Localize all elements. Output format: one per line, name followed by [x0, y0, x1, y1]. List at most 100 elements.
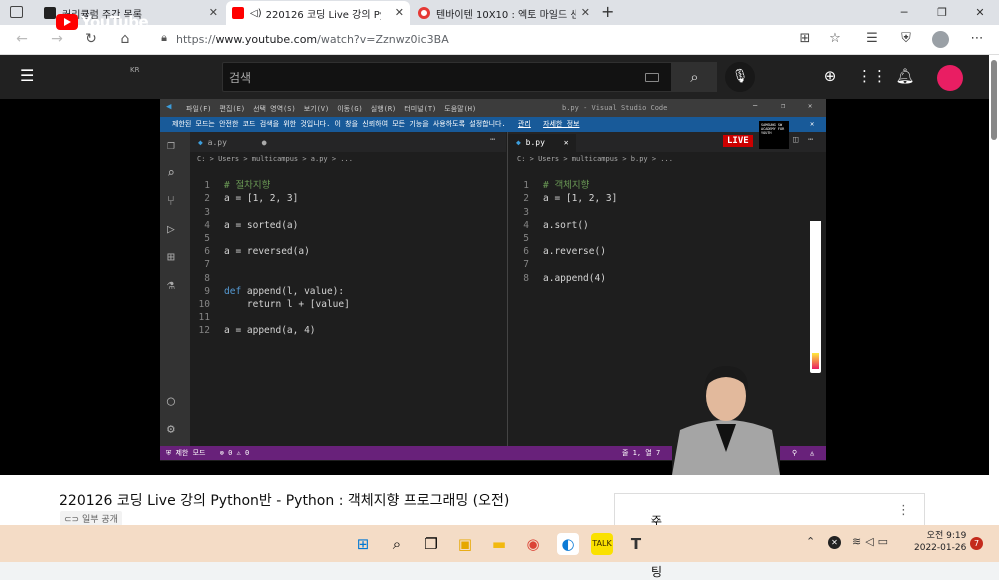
search-input[interactable]: 검색	[222, 62, 672, 92]
split-editor-icon[interactable]: ◫	[793, 135, 798, 145]
settings-gear-icon[interactable]: ⚙	[167, 422, 175, 437]
menu-go[interactable]: 이동(G)	[337, 104, 363, 114]
apps-grid-icon[interactable]: ⋮⋮	[857, 67, 887, 85]
page-scrollbar[interactable]	[989, 55, 999, 525]
edge-browser-icon[interactable]: ◐	[557, 533, 579, 555]
widgets-icon[interactable]: ▣	[454, 533, 476, 555]
status-problems[interactable]: ⊗ 0 ⚠ 0	[220, 449, 250, 457]
close-tab-icon[interactable]: ✕	[395, 6, 404, 19]
file-explorer-icon[interactable]: ▬	[488, 533, 510, 555]
menu-selection[interactable]: 선택 영역(S)	[253, 104, 296, 114]
close-window-icon[interactable]: ✕	[961, 0, 999, 25]
explorer-icon[interactable]: ❐	[167, 138, 175, 153]
breadcrumb[interactable]: C: > Users > multicampus > b.py > ...	[517, 155, 673, 163]
tab-actions-icon[interactable]	[10, 6, 23, 18]
notice-manage-link[interactable]: 관리	[518, 120, 531, 128]
create-video-icon[interactable]: ⊕	[819, 67, 841, 85]
notice-learn-more-link[interactable]: 자세한 정보	[543, 120, 579, 128]
search-icon[interactable]: ⌕	[386, 533, 408, 555]
status-bell-icon[interactable]: ◬	[810, 446, 814, 460]
menu-help[interactable]: 도움말(H)	[444, 104, 476, 114]
youtube-logo[interactable]: YouTube	[56, 13, 149, 31]
search-button[interactable]: ⌕	[672, 62, 717, 92]
notification-count-badge[interactable]: 7	[970, 537, 983, 550]
windows-start-icon[interactable]: ⊞	[352, 533, 374, 555]
tab-label: a.py	[207, 138, 227, 147]
annotation-toolbar[interactable]	[810, 221, 821, 373]
unsaved-dot-icon[interactable]: ●	[262, 138, 267, 147]
browser-tab-youtube[interactable]: ◁) 220126 코딩 Live 강의 Pyth ✕	[226, 1, 410, 25]
lock-icon[interactable]: 🔒︎	[154, 31, 174, 45]
browser-tab-10x10[interactable]: 텐바이텐 10X10 : 엑토 마일드 샌 ✕	[412, 1, 596, 25]
hamburger-menu-icon[interactable]: ☰	[20, 66, 34, 85]
task-view-icon[interactable]: ❐	[420, 533, 442, 555]
link-icon: ⊂⊃	[64, 515, 82, 525]
chrome-icon[interactable]: ◉	[522, 533, 544, 555]
run-debug-icon[interactable]: ▷	[167, 222, 175, 237]
forward-icon[interactable]: →	[47, 31, 67, 47]
notice-close-icon[interactable]: ✕	[810, 117, 814, 132]
status-cursor-position[interactable]: 줄 1, 열 7	[622, 446, 660, 460]
testing-icon[interactable]: ⚗	[167, 278, 175, 293]
vscode-minimize-icon[interactable]: ─	[753, 102, 757, 110]
accounts-icon[interactable]: ◯	[167, 394, 175, 409]
avatar[interactable]	[937, 65, 963, 91]
right-code-editor[interactable]: 1 # 객체지향 2 a = [1, 2, 3] 3 4 a.sort() 5 6 a.rever…	[509, 166, 617, 311]
close-tab-icon[interactable]: ✕	[581, 6, 590, 19]
keyboard-icon[interactable]	[645, 73, 659, 82]
maximize-icon[interactable]: ❐	[923, 0, 961, 25]
search-placeholder: 검색	[229, 71, 252, 85]
new-tab-button[interactable]: +	[601, 2, 614, 21]
app-available-icon[interactable]: ⊞	[795, 31, 815, 46]
line-number: 5	[204, 233, 210, 245]
extensions-icon[interactable]: ⊞	[167, 250, 175, 265]
menu-run[interactable]: 실행(R)	[371, 104, 397, 114]
live-share-icon[interactable]: ⚲	[792, 446, 797, 460]
status-restricted-mode[interactable]: 제한 모드	[175, 449, 205, 457]
profile-icon[interactable]	[932, 31, 949, 48]
more-actions-icon[interactable]: ⋯	[490, 135, 495, 145]
vscode-restore-icon[interactable]: ❐	[781, 102, 785, 110]
more-menu-icon[interactable]: ⋯	[967, 31, 987, 46]
search-icon[interactable]: ⌕	[167, 166, 175, 181]
line-number: 1	[204, 180, 210, 192]
tab-a-py[interactable]: ◆ a.py ●	[190, 134, 270, 152]
speaker-icon[interactable]: ◁)	[250, 8, 262, 19]
tray-chevron-up-icon[interactable]: ⌃	[806, 535, 815, 548]
editor-split-divider[interactable]	[507, 132, 508, 446]
source-control-icon[interactable]: ⑂	[167, 194, 175, 209]
menu-view[interactable]: 보기(V)	[304, 104, 330, 114]
reload-icon[interactable]: ↻	[81, 31, 101, 47]
tab-b-py[interactable]: ◆ b.py ✕	[508, 134, 576, 152]
minimize-icon[interactable]: ─	[885, 0, 923, 25]
code-text: return l + [value]	[224, 299, 350, 311]
url-field[interactable]: https://www.youtube.com/watch?v=Zznwz0ic…	[176, 30, 449, 50]
color-palette-icon[interactable]	[812, 353, 819, 369]
menu-terminal[interactable]: 터미널(T)	[404, 104, 436, 114]
browser-essentials-icon[interactable]: ⛨	[896, 31, 916, 46]
breadcrumb[interactable]: C: > Users > multicampus > a.py > ...	[197, 155, 353, 163]
text-editor-icon[interactable]: T	[625, 533, 647, 555]
line-number: 12	[198, 325, 210, 337]
microphone-icon[interactable]: 🎙︎	[725, 62, 755, 92]
menu-file[interactable]: 파일(F)	[186, 104, 212, 114]
youtube-wordmark: YouTube	[81, 13, 149, 31]
menu-edit[interactable]: 편집(E)	[220, 104, 246, 114]
kakaotalk-icon[interactable]: TALK	[591, 533, 613, 555]
scrollbar-thumb[interactable]	[991, 60, 997, 140]
back-icon[interactable]: ←	[12, 31, 32, 47]
left-code-editor[interactable]: 1 # 절차지향 2 a = [1, 2, 3] 3 4 a = sorted(a) 5 6 a …	[190, 166, 350, 364]
chat-more-icon[interactable]: ⋮	[897, 503, 910, 518]
notifications-bell-icon[interactable]: 🔔︎	[894, 67, 916, 85]
close-tab-icon[interactable]: ✕	[209, 6, 218, 19]
home-icon[interactable]: ⌂	[115, 31, 135, 47]
close-editor-icon[interactable]: ✕	[564, 138, 569, 147]
favorites-icon[interactable]: ☰	[862, 31, 882, 46]
taskbar-clock[interactable]: 오전 9:19 2022-01-26	[914, 530, 966, 554]
line-number: 1	[523, 180, 529, 192]
favorite-star-icon[interactable]: ☆	[825, 31, 845, 46]
wifi-volume-battery-icons[interactable]: ≋◁▭	[852, 535, 892, 548]
vscode-close-icon[interactable]: ✕	[808, 102, 812, 110]
more-actions-icon[interactable]: ⋯	[808, 135, 813, 145]
tray-app-icon[interactable]: ✕	[828, 536, 841, 549]
